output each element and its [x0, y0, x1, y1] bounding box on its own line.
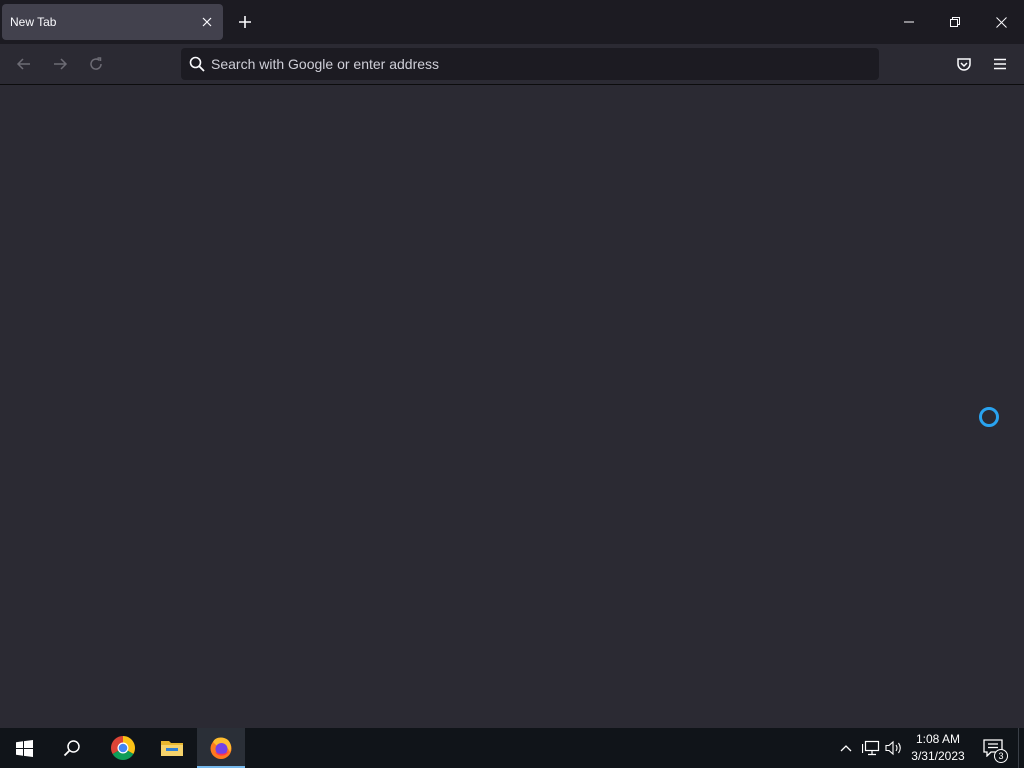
- chrome-icon: [111, 736, 135, 760]
- app-menu-button[interactable]: [984, 48, 1016, 80]
- clock-time: 1:08 AM: [915, 732, 961, 746]
- url-bar[interactable]: [181, 48, 879, 80]
- loading-spinner-icon: [979, 407, 999, 427]
- restore-button[interactable]: [932, 0, 978, 44]
- close-tab-button[interactable]: [199, 14, 215, 30]
- restore-icon: [950, 17, 960, 27]
- back-button[interactable]: [8, 48, 40, 80]
- show-hidden-icons-button[interactable]: [836, 738, 856, 758]
- taskbar-clock[interactable]: 1:08 AM 3/31/2023: [905, 731, 971, 765]
- minimize-icon: [904, 21, 914, 23]
- taskbar: 1:08 AM 3/31/2023 3: [0, 728, 1024, 768]
- address-input[interactable]: [211, 48, 861, 80]
- taskbar-firefox-button[interactable]: [197, 728, 245, 768]
- close-icon: [202, 17, 212, 27]
- taskbar-file-explorer-button[interactable]: [148, 728, 196, 768]
- tab-new-tab[interactable]: New Tab: [2, 4, 223, 40]
- plus-icon: [239, 16, 251, 28]
- close-window-button[interactable]: [978, 0, 1024, 44]
- navigation-toolbar: [0, 44, 1024, 85]
- arrow-right-icon: [54, 58, 68, 70]
- arrow-left-icon: [16, 58, 30, 70]
- clock-date: 3/31/2023: [911, 749, 965, 763]
- windows-logo-icon: [15, 739, 33, 757]
- volume-button[interactable]: [884, 738, 904, 758]
- new-tab-button[interactable]: [231, 8, 259, 36]
- tab-title: New Tab: [10, 15, 57, 29]
- firefox-icon: [210, 737, 232, 759]
- reload-button[interactable]: [80, 48, 112, 80]
- show-desktop-button[interactable]: [1018, 728, 1024, 768]
- hamburger-menu-icon: [994, 58, 1006, 70]
- volume-icon: [885, 740, 901, 756]
- taskbar-search-button[interactable]: [48, 728, 96, 768]
- page-content: [0, 86, 1024, 728]
- search-icon: [63, 740, 80, 757]
- chevron-up-icon: [840, 745, 852, 752]
- forward-button[interactable]: [44, 48, 76, 80]
- reload-icon: [90, 57, 102, 70]
- minimize-button[interactable]: [886, 0, 932, 44]
- start-button[interactable]: [0, 728, 48, 768]
- tab-strip: New Tab: [0, 0, 1024, 44]
- pocket-icon: [957, 58, 971, 71]
- network-icon: [862, 740, 880, 756]
- search-icon: [189, 56, 205, 72]
- taskbar-chrome-button[interactable]: [99, 728, 147, 768]
- notification-count-badge: 3: [994, 749, 1008, 763]
- pocket-button[interactable]: [948, 48, 980, 80]
- close-icon: [995, 16, 1007, 28]
- network-button[interactable]: [861, 738, 881, 758]
- action-center-button[interactable]: 3: [976, 732, 1010, 764]
- folder-icon: [161, 741, 183, 756]
